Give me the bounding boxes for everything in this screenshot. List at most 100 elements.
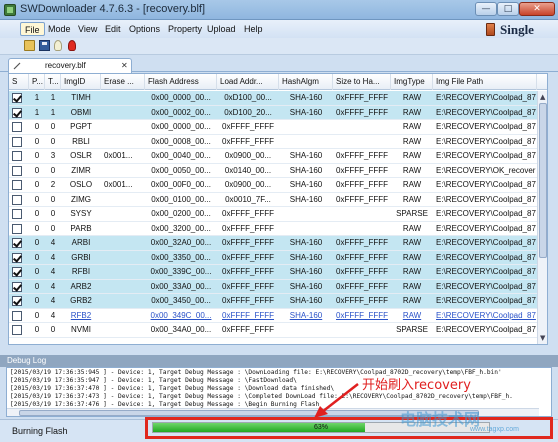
table-row[interactable]: 0 0 PARB 0x00_3200_00... 0xFFFF_FFFF RAW E:\RE… xyxy=(9,222,537,236)
cell-erase xyxy=(104,120,148,134)
cell-p: 0 xyxy=(34,136,40,146)
cell-load: 0xFFFF_FFFF xyxy=(222,223,274,233)
row-checkbox[interactable] xyxy=(12,252,22,263)
cell-hash xyxy=(279,135,333,149)
menu-upload[interactable]: Upload xyxy=(203,22,240,36)
menu-edit[interactable]: Edit xyxy=(101,22,125,36)
table-row[interactable]: 0 4 RFBI 0x00_339C_00... 0xFFFF_FFFF SHA-160 0… xyxy=(9,265,537,280)
table-row[interactable]: 0 4 ARBI 0x00_32A0_00... 0xFFFF_FFFF SHA-160 0… xyxy=(9,236,537,251)
row-checkbox[interactable] xyxy=(12,165,22,176)
table-row[interactable]: 0 3 OSLR 0x001... 0x00_0040_00... 0x0900_00..… xyxy=(9,149,537,164)
maximize-button[interactable]: □ xyxy=(497,2,519,16)
menu-bar: File Mode View Edit Options Property Upl… xyxy=(0,20,558,38)
row-checkbox[interactable] xyxy=(12,281,22,292)
row-checkbox[interactable] xyxy=(12,136,22,147)
log-line: [2015/03/19 17:36:37:473 ] - Device: 1, … xyxy=(10,393,513,400)
column-header[interactable]: Erase ... xyxy=(101,74,145,90)
scroll-thumb[interactable] xyxy=(539,103,547,258)
row-checkbox[interactable] xyxy=(12,194,22,205)
tab-label: recovery.blf xyxy=(45,61,86,70)
table-row[interactable]: 0 4 RFB2 0x00_349C_00... 0xFFFF_FFFF SHA-160 0… xyxy=(9,309,537,323)
scroll-up-icon[interactable]: ▲ xyxy=(540,93,545,101)
column-header[interactable]: T... xyxy=(45,74,61,90)
cell-p: 0 xyxy=(34,180,40,189)
cell-flash: 0x00_3450_00... xyxy=(151,296,211,305)
row-checkbox[interactable] xyxy=(12,151,22,161)
row-checkbox[interactable] xyxy=(12,93,22,103)
bulb-off-icon[interactable] xyxy=(54,40,62,51)
cell-load: 0x0900_00... xyxy=(224,151,272,160)
table-row[interactable]: 1 1 OBMI 0x00_0002_00... 0xD100_20... SHA-160… xyxy=(9,105,537,120)
column-header[interactable]: HashAlgm xyxy=(279,74,333,90)
row-checkbox[interactable] xyxy=(12,223,22,234)
row-checkbox[interactable] xyxy=(12,180,22,190)
table-row[interactable]: 0 2 OSLO 0x001... 0x00_00F0_00... 0x0900_00..… xyxy=(9,178,537,193)
cell-size: 0xFFFF_FFFF xyxy=(336,281,388,291)
cell-path: E:\RECOVERY\Coolpad_87 xyxy=(436,180,536,189)
row-checkbox[interactable] xyxy=(12,267,22,277)
table-row[interactable]: 0 0 ZIMG 0x00_0100_00... 0x0010_7F... SHA-160… xyxy=(9,193,537,207)
cell-t: 4 xyxy=(50,252,56,262)
close-button[interactable]: ✕ xyxy=(519,2,555,16)
cell-erase xyxy=(104,164,148,178)
column-header[interactable]: ImgID xyxy=(61,74,101,90)
open-icon[interactable] xyxy=(24,40,35,51)
row-checkbox[interactable] xyxy=(12,238,22,248)
table-vertical-scrollbar[interactable]: ▲ ▼ xyxy=(537,91,547,344)
watermark-url: www.tagxp.com xyxy=(470,426,520,433)
cell-flash: 0x00_32A0_00... xyxy=(150,238,212,247)
column-header[interactable]: Load Addr... xyxy=(217,74,279,90)
menu-file[interactable]: File xyxy=(20,22,45,36)
table-row[interactable]: 0 0 SYSY 0x00_0200_00... 0xFFFF_FFFF SPARSE E:… xyxy=(9,207,537,222)
cell-size: 0xFFFF_FFFF xyxy=(336,252,388,262)
cell-p: 0 xyxy=(34,122,40,131)
title-bar[interactable]: SWDownloader 4.7.6.3 - [recovery.blf] — … xyxy=(0,0,558,20)
column-header[interactable]: P... xyxy=(29,74,45,90)
column-header[interactable]: Flash Address xyxy=(145,74,217,90)
column-header[interactable]: ImgType xyxy=(391,74,433,90)
tab-recovery[interactable]: recovery.blf ✕ xyxy=(8,58,132,73)
tab-close-icon[interactable]: ✕ xyxy=(121,59,128,72)
cell-id: OSLO xyxy=(69,180,93,189)
row-checkbox[interactable] xyxy=(12,296,22,306)
menu-view[interactable]: View xyxy=(74,22,101,36)
scroll-down-icon[interactable]: ▼ xyxy=(540,334,545,342)
cell-flash: 0x00_339C_00... xyxy=(150,267,212,276)
cell-load: 0xD100_20... xyxy=(224,107,272,117)
table-row[interactable]: 0 0 PGPT 0x00_0000_00... 0xFFFF_FFFF RAW E:\RE… xyxy=(9,120,537,135)
table-row[interactable]: 0 4 GRBI 0x00_3350_00... 0xFFFF_FFFF SHA-160 0… xyxy=(9,250,537,265)
bulb-on-icon[interactable] xyxy=(68,40,76,51)
table-row[interactable]: 0 4 GRB2 0x00_3450_00... 0xFFFF_FFFF SHA-160 0… xyxy=(9,294,537,309)
cell-hash xyxy=(279,207,333,221)
table-row[interactable]: 0 0 ZIMR 0x00_0050_00... 0x0140_00... SHA-160… xyxy=(9,164,537,178)
row-checkbox[interactable] xyxy=(12,122,22,132)
table-row[interactable]: 0 4 ARB2 0x00_33A0_00... 0xFFFF_FFFF SHA-160 0… xyxy=(9,279,537,294)
cell-size: 0xFFFF_FFFF xyxy=(336,180,388,189)
table-row[interactable]: 1 1 TIMH 0x00_0000_00... 0xD100_00... SHA-160… xyxy=(9,91,537,106)
cell-id: RBLI xyxy=(72,136,90,146)
cell-path: E:\RECOVERY\Coolpad_87 xyxy=(436,209,536,218)
save-icon[interactable] xyxy=(39,40,50,51)
row-checkbox[interactable] xyxy=(12,325,22,335)
column-header[interactable]: S xyxy=(9,74,29,90)
row-checkbox[interactable] xyxy=(12,107,22,118)
menu-help[interactable]: Help xyxy=(240,22,267,36)
cell-t: 4 xyxy=(50,296,56,305)
cell-hash: SHA-160 xyxy=(289,310,323,320)
menu-options[interactable]: Options xyxy=(125,22,164,36)
column-header[interactable]: Img File Path xyxy=(433,74,537,90)
cell-path: E:\RECOVERY\OK_recover xyxy=(436,165,536,175)
menu-property[interactable]: Property xyxy=(164,22,206,36)
minimize-button[interactable]: — xyxy=(475,2,497,16)
row-checkbox[interactable] xyxy=(12,310,22,321)
table-row[interactable]: 0 0 NVMI 0x00_34A0_00... 0xFFFF_FFFF SPARSE E:… xyxy=(9,323,537,338)
cell-size: 0xFFFF_FFFF xyxy=(336,151,388,160)
column-header[interactable]: Size to Ha... xyxy=(333,74,391,90)
row-checkbox[interactable] xyxy=(12,209,22,219)
menu-mode[interactable]: Mode xyxy=(44,22,75,36)
cell-type: RAW xyxy=(402,223,422,233)
table-row[interactable]: 0 0 RBLI 0x00_0008_00... 0xFFFF_FFFF RAW E:\RE… xyxy=(9,135,537,149)
cell-hash: SHA-160 xyxy=(289,93,323,102)
cell-id: GRB2 xyxy=(70,296,92,305)
cell-path: E:\RECOVERY\Coolpad_87 xyxy=(436,238,536,247)
